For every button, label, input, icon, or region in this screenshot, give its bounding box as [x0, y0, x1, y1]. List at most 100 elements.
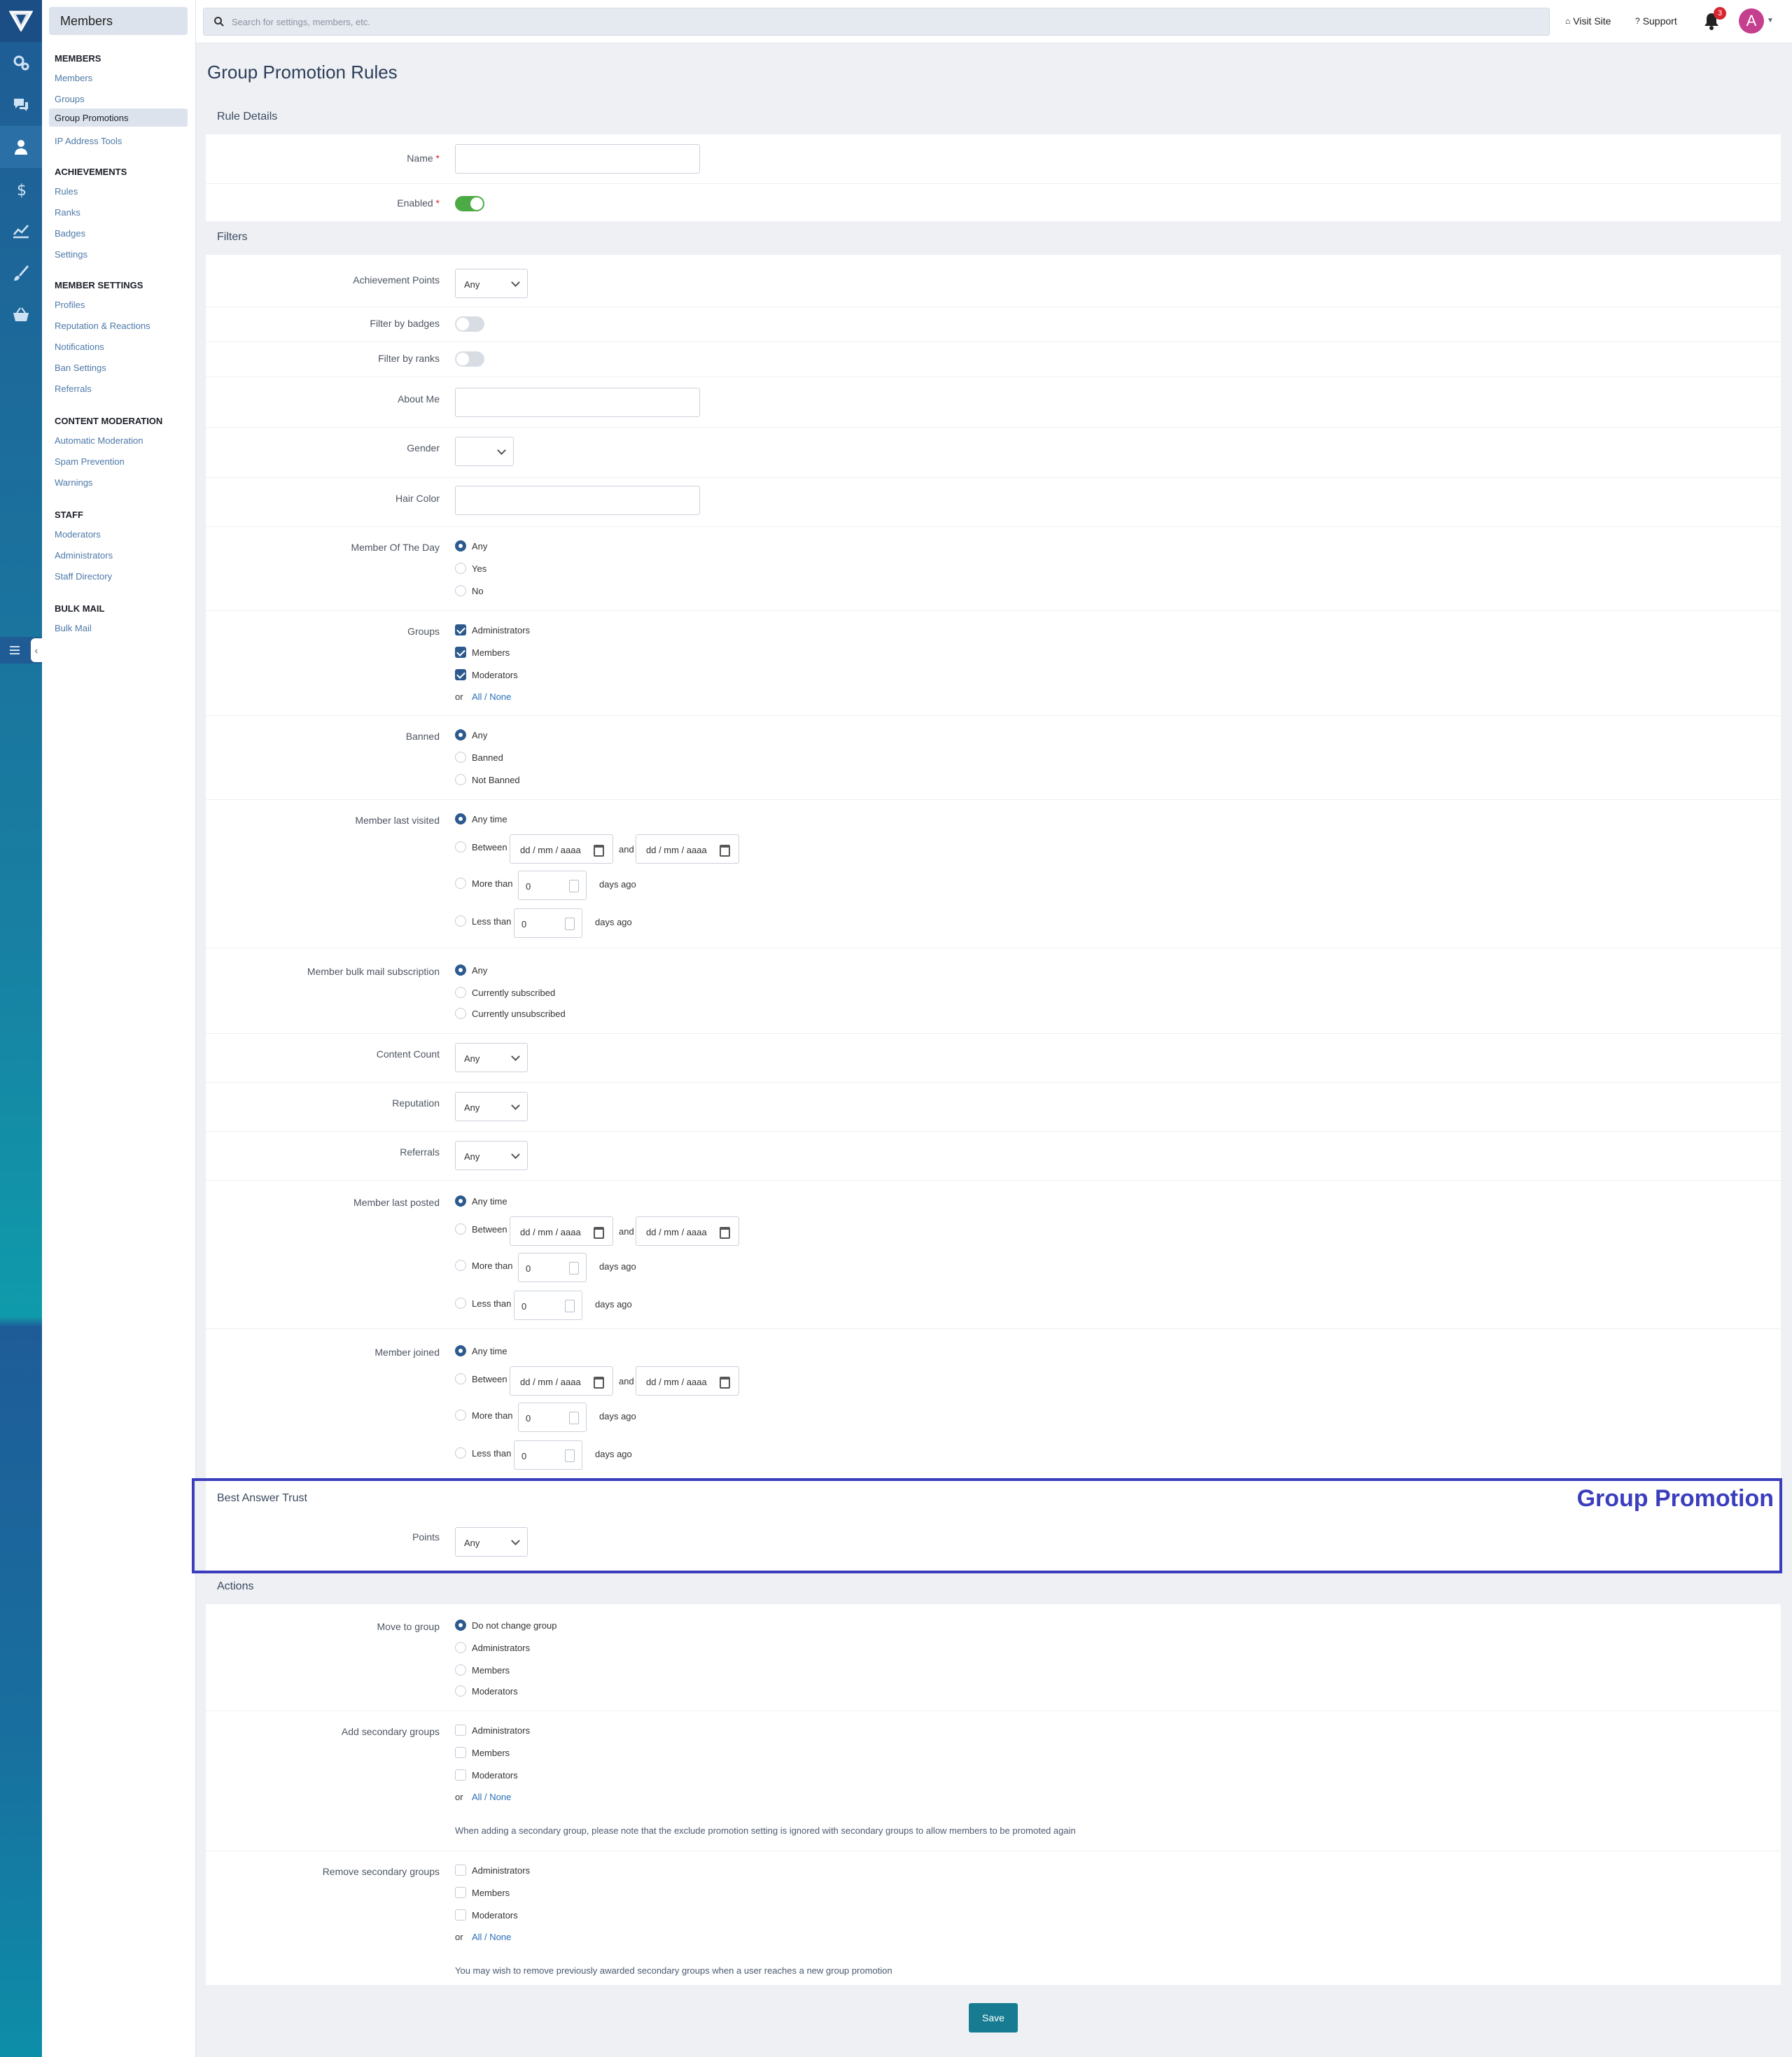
- groups-all-none-link[interactable]: All / None: [472, 691, 511, 702]
- submenu-item-groups[interactable]: Groups: [55, 94, 85, 104]
- submenu-item-warnings[interactable]: Warnings: [55, 477, 92, 488]
- checkbox-checked[interactable]: [455, 624, 466, 636]
- last-visited-any-time[interactable]: Any time: [455, 813, 507, 824]
- customization-brush-icon[interactable]: [0, 252, 42, 294]
- bulk-mail-any[interactable]: Any: [455, 964, 487, 976]
- radio[interactable]: [455, 878, 466, 889]
- submenu-item-referrals[interactable]: Referrals: [55, 384, 92, 394]
- radio-selected[interactable]: [455, 964, 466, 976]
- checkbox-checked[interactable]: [455, 647, 466, 658]
- radio[interactable]: [455, 1223, 466, 1235]
- last-visited-end-date[interactable]: dd / mm / aaaa: [636, 834, 739, 864]
- radio-selected[interactable]: [455, 813, 466, 824]
- radio[interactable]: [455, 585, 466, 596]
- member-of-day-yes[interactable]: Yes: [455, 563, 486, 574]
- submenu-item-ban-settings[interactable]: Ban Settings: [55, 363, 106, 373]
- app-logo-icon[interactable]: [0, 0, 42, 42]
- stats-chart-icon[interactable]: [0, 210, 42, 252]
- radio-selected[interactable]: [455, 540, 466, 552]
- radio-selected[interactable]: [455, 1195, 466, 1207]
- add-secondary-members[interactable]: Members: [455, 1747, 510, 1758]
- search-box[interactable]: [203, 8, 1550, 36]
- submenu-item-bulk-mail[interactable]: Bulk Mail: [55, 623, 92, 633]
- radio[interactable]: [455, 1642, 466, 1653]
- support-link[interactable]: ? Support: [1635, 15, 1677, 27]
- last-visited-more-than[interactable]: More than: [455, 878, 513, 889]
- joined-more-than-days[interactable]: 0: [518, 1403, 587, 1432]
- radio[interactable]: [455, 563, 466, 574]
- submenu-item-moderators[interactable]: Moderators: [55, 529, 101, 540]
- submenu-item-rules[interactable]: Rules: [55, 186, 78, 197]
- bulk-mail-unsubscribed[interactable]: Currently unsubscribed: [455, 1008, 566, 1019]
- chevron-down-icon[interactable]: ▼: [1767, 17, 1774, 24]
- collapse-chevron-icon[interactable]: ‹: [31, 638, 42, 662]
- move-no-change[interactable]: Do not change group: [455, 1620, 556, 1631]
- groups-members[interactable]: Members: [455, 647, 510, 658]
- about-me-input[interactable]: [455, 388, 700, 417]
- community-icon[interactable]: [0, 84, 42, 126]
- content-count-select[interactable]: Any: [455, 1043, 528, 1072]
- submenu-item-ip-address-tools[interactable]: IP Address Tools: [55, 136, 122, 146]
- move-members[interactable]: Members: [455, 1664, 510, 1676]
- joined-any-time[interactable]: Any time: [455, 1345, 507, 1356]
- move-administrators[interactable]: Administrators: [455, 1642, 530, 1653]
- filter-badges-toggle[interactable]: [455, 316, 484, 332]
- radio[interactable]: [455, 915, 466, 927]
- checkbox[interactable]: [455, 1725, 466, 1736]
- submenu-item-notifications[interactable]: Notifications: [55, 342, 104, 352]
- name-input[interactable]: [455, 144, 700, 174]
- marketplace-basket-icon[interactable]: [0, 294, 42, 336]
- last-visited-less-than-days[interactable]: 0: [514, 908, 582, 938]
- last-visited-less-than[interactable]: Less than: [455, 915, 511, 927]
- radio-selected[interactable]: [455, 729, 466, 740]
- radio[interactable]: [455, 1260, 466, 1271]
- radio[interactable]: [455, 841, 466, 852]
- move-moderators[interactable]: Moderators: [455, 1685, 518, 1697]
- banned-not-banned[interactable]: Not Banned: [455, 774, 520, 785]
- joined-end-date[interactable]: dd / mm / aaaa: [636, 1366, 739, 1396]
- radio[interactable]: [455, 1008, 466, 1019]
- remove-secondary-all-none-link[interactable]: All / None: [472, 1932, 511, 1942]
- submenu-item-administrators[interactable]: Administrators: [55, 550, 113, 561]
- radio-selected[interactable]: [455, 1620, 466, 1631]
- joined-between[interactable]: Between: [455, 1373, 507, 1384]
- add-secondary-moderators[interactable]: Moderators: [455, 1769, 518, 1781]
- submenu-item-members[interactable]: Members: [55, 73, 92, 83]
- checkbox[interactable]: [455, 1865, 466, 1876]
- radio[interactable]: [455, 1373, 466, 1384]
- checkbox[interactable]: [455, 1747, 466, 1758]
- save-button[interactable]: Save: [969, 2003, 1018, 2033]
- last-posted-start-date[interactable]: dd / mm / aaaa: [510, 1216, 613, 1246]
- commerce-dollar-icon[interactable]: $: [0, 168, 42, 210]
- last-posted-between[interactable]: Between: [455, 1223, 507, 1235]
- submenu-item-reputation[interactable]: Reputation & Reactions: [55, 321, 150, 331]
- banned-banned[interactable]: Banned: [455, 752, 503, 763]
- submenu-item-spam-prevention[interactable]: Spam Prevention: [55, 456, 125, 467]
- remove-secondary-administrators[interactable]: Administrators: [455, 1865, 530, 1876]
- members-icon[interactable]: [0, 126, 42, 168]
- search-input[interactable]: [232, 8, 1534, 35]
- radio[interactable]: [455, 1664, 466, 1676]
- joined-start-date[interactable]: dd / mm / aaaa: [510, 1366, 613, 1396]
- system-icon[interactable]: [0, 42, 42, 84]
- groups-administrators[interactable]: Administrators: [455, 624, 530, 636]
- remove-secondary-moderators[interactable]: Moderators: [455, 1909, 518, 1921]
- radio[interactable]: [455, 1685, 466, 1697]
- submenu-item-settings[interactable]: Settings: [55, 249, 88, 260]
- gender-select[interactable]: [455, 437, 514, 466]
- last-posted-more-than[interactable]: More than: [455, 1260, 513, 1271]
- submenu-item-staff-directory[interactable]: Staff Directory: [55, 571, 112, 582]
- submenu-item-badges[interactable]: Badges: [55, 228, 85, 239]
- remove-secondary-members[interactable]: Members: [455, 1887, 510, 1898]
- radio[interactable]: [455, 752, 466, 763]
- add-secondary-administrators[interactable]: Administrators: [455, 1725, 530, 1736]
- joined-less-than-days[interactable]: 0: [514, 1440, 582, 1470]
- submenu-item-automatic-moderation[interactable]: Automatic Moderation: [55, 435, 143, 446]
- checkbox[interactable]: [455, 1887, 466, 1898]
- user-avatar[interactable]: A: [1739, 8, 1764, 34]
- referrals-select[interactable]: Any: [455, 1141, 528, 1170]
- submenu-item-group-promotions[interactable]: Group Promotions: [49, 108, 188, 127]
- checkbox[interactable]: [455, 1909, 466, 1921]
- last-visited-more-than-days[interactable]: 0: [518, 871, 587, 900]
- radio[interactable]: [455, 1298, 466, 1309]
